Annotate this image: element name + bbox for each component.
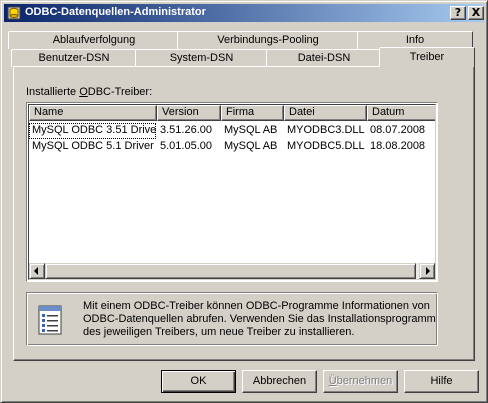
tab-system-dsn[interactable]: System-DSN: [135, 49, 268, 67]
tab-label: Verbindungs-Pooling: [217, 34, 319, 46]
scroll-right-button[interactable]: [419, 263, 435, 279]
tab-verbindungs-pooling[interactable]: Verbindungs-Pooling: [177, 31, 359, 49]
dialog-window: ODBC-Datenquellen-Administrator ? X Abla…: [0, 0, 488, 403]
cell-datei: MYODBC3.DLL: [287, 124, 365, 136]
cell-firma: MySQL AB: [224, 124, 278, 136]
list-header: Name Version Firma Datei Datum: [29, 105, 435, 121]
tab-label: Benutzer-DSN: [38, 52, 110, 64]
title-bar[interactable]: ODBC-Datenquellen-Administrator ? X: [4, 4, 484, 22]
info-line: des jeweiligen Treibers, um neue Treiber…: [83, 326, 355, 338]
column-header-name[interactable]: Name: [29, 105, 157, 121]
tab-panel-treiber: Installierte ODBC-Treiber: Name Version …: [13, 66, 475, 361]
table-row[interactable]: MySQL ODBC 3.51 Driver 3.51.26.00 MySQL …: [29, 123, 435, 139]
info-text: Mit einem ODBC-Treiber können ODBC-Progr…: [83, 300, 436, 339]
tab-label: System-DSN: [169, 52, 234, 64]
arrow-left-icon: [34, 267, 38, 275]
column-header-version[interactable]: Version: [157, 105, 221, 121]
driver-list-icon: [38, 305, 62, 335]
tab-ablaufverfolgung[interactable]: Ablaufverfolgung: [8, 31, 180, 49]
cell-firma: MySQL AB: [224, 140, 278, 152]
cancel-button[interactable]: Abbrechen: [242, 370, 317, 393]
ok-button[interactable]: OK: [161, 370, 236, 393]
drivers-list[interactable]: Name Version Firma Datei Datum MySQL ODB…: [26, 102, 438, 282]
installed-drivers-label: Installierte ODBC-Treiber:: [26, 86, 153, 98]
close-button[interactable]: X: [468, 6, 484, 20]
tab-datei-dsn[interactable]: Datei-DSN: [266, 49, 382, 67]
tab-treiber[interactable]: Treiber: [379, 47, 475, 67]
tab-label: Treiber: [409, 51, 445, 63]
scroll-left-button[interactable]: [29, 263, 45, 279]
arrow-right-icon: [426, 267, 430, 275]
apply-button[interactable]: Übernehmen: [323, 370, 398, 393]
column-header-datei[interactable]: Datei: [284, 105, 367, 121]
cell-version: 5.01.05.00: [160, 140, 212, 152]
tab-label: Info: [405, 34, 425, 46]
cell-version: 3.51.26.00: [160, 124, 212, 136]
help-button[interactable]: Hilfe: [404, 370, 479, 393]
cell-name: MySQL ODBC 5.1 Driver: [32, 140, 154, 152]
cell-datum: 08.07.2008: [370, 124, 426, 136]
info-line: Mit einem ODBC-Treiber können ODBC-Progr…: [83, 300, 430, 312]
help-caption-button[interactable]: ?: [450, 6, 466, 20]
column-header-datum[interactable]: Datum: [367, 105, 435, 121]
table-row[interactable]: MySQL ODBC 5.1 Driver 5.01.05.00 MySQL A…: [29, 139, 435, 155]
column-header-firma[interactable]: Firma: [221, 105, 284, 121]
tab-benutzer-dsn[interactable]: Benutzer-DSN: [11, 49, 137, 67]
info-line: ODBC-Datenquellen abrufen. Verwenden Sie…: [83, 313, 436, 325]
scrollbar-thumb[interactable]: [45, 263, 416, 279]
cell-name: MySQL ODBC 3.51 Driver: [29, 123, 156, 139]
cell-datei: MYODBC5.DLL: [287, 140, 365, 152]
odbc-app-icon: [7, 6, 21, 20]
window-title: ODBC-Datenquellen-Administrator: [25, 6, 206, 18]
cell-datum: 18.08.2008: [370, 140, 426, 152]
info-box: Mit einem ODBC-Treiber können ODBC-Progr…: [26, 292, 438, 346]
tab-label: Ablaufverfolgung: [52, 34, 136, 46]
horizontal-scrollbar[interactable]: [29, 263, 435, 279]
tab-label: Datei-DSN: [297, 52, 351, 64]
